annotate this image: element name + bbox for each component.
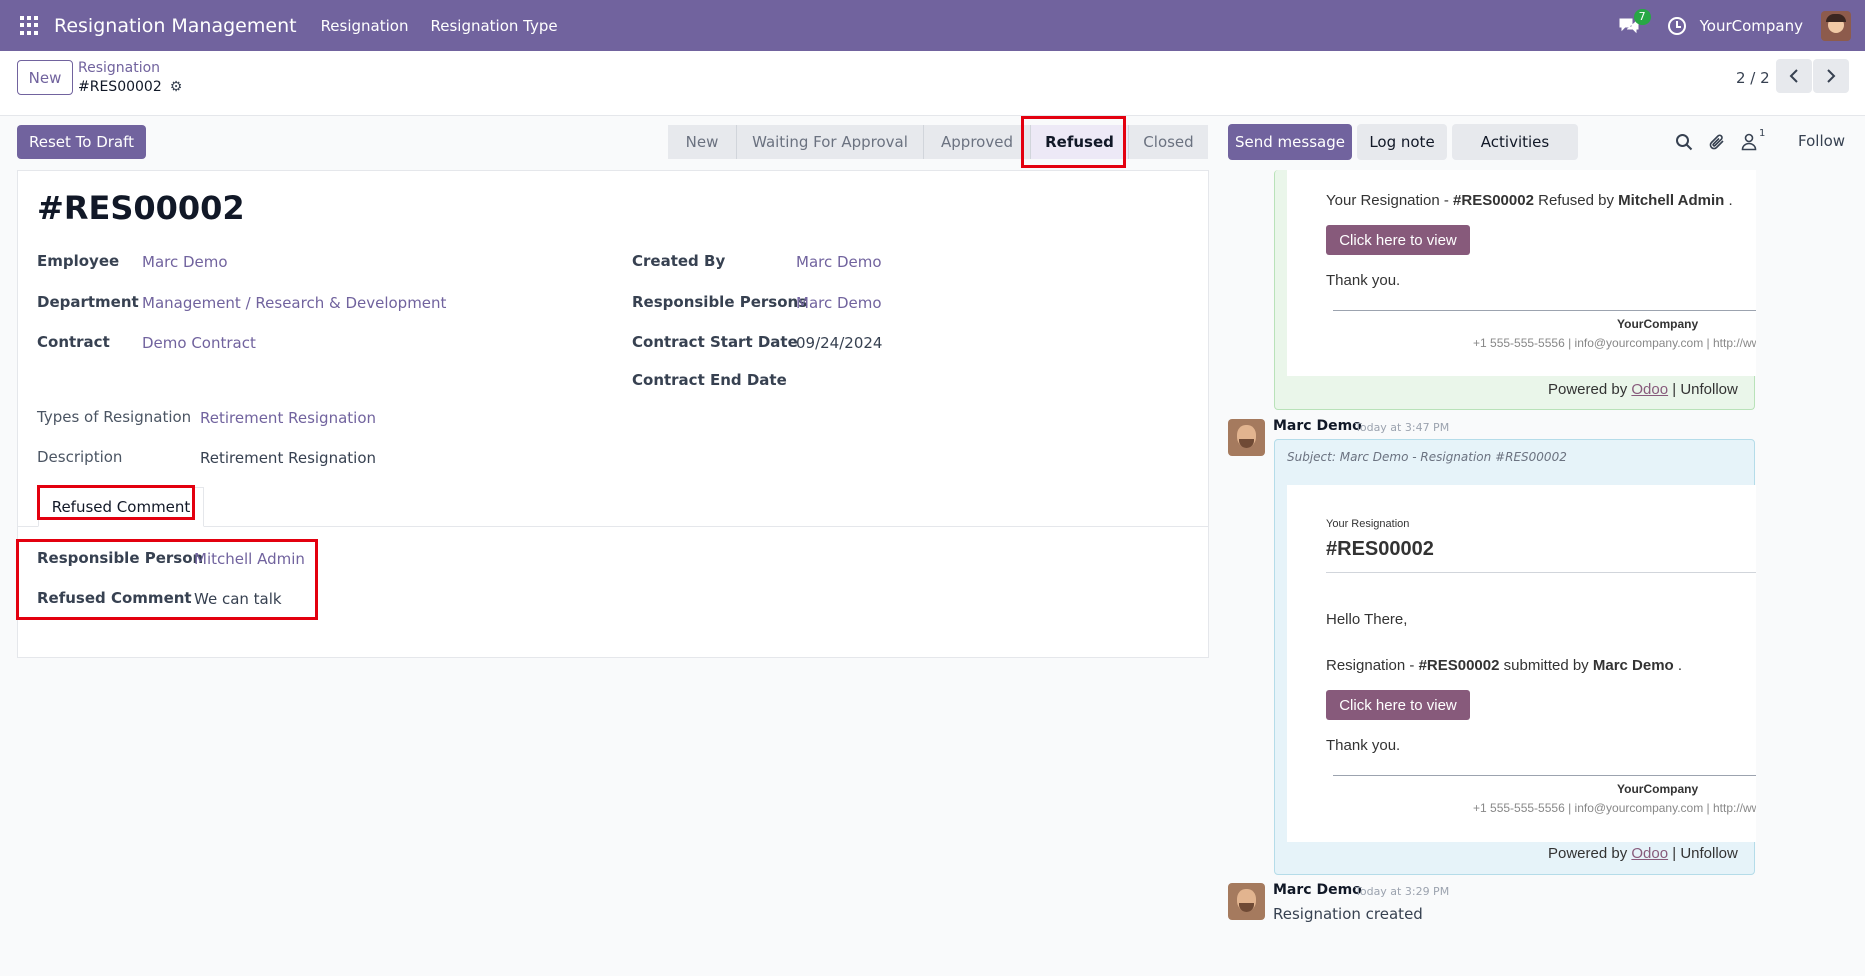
mail-body: Your Resignation - #RES00002 Refused by … xyxy=(1287,170,1756,376)
apps-menu-icon[interactable] xyxy=(20,15,40,36)
new-button[interactable]: New xyxy=(17,60,73,95)
message-date: Today at 3:47 PM xyxy=(1355,421,1450,434)
top-navbar: Resignation Management Resignation Resig… xyxy=(0,0,1865,51)
click-here-to-view-button[interactable]: Click here to view xyxy=(1326,225,1470,255)
types-of-resignation-label: Types of Resignation xyxy=(37,408,192,426)
mail-submitted-line: Resignation - #RES00002 submitted by Mar… xyxy=(1326,657,1683,674)
tab-refused-comment[interactable]: Refused Comment xyxy=(38,487,204,527)
pager-previous-button[interactable] xyxy=(1776,59,1812,93)
unfollow-link[interactable]: | Unfollow xyxy=(1668,381,1738,398)
contract-label: Contract xyxy=(37,333,110,351)
responsible-person-label: Responsible Person xyxy=(37,549,204,567)
message-author[interactable]: Marc Demo xyxy=(1273,418,1362,434)
messaging-icon[interactable]: 7 xyxy=(1618,8,1651,35)
responsible-person-field[interactable]: Mitchell Admin xyxy=(194,550,305,568)
types-of-resignation-field[interactable]: Retirement Resignation xyxy=(200,409,376,427)
activities-button[interactable]: Activities xyxy=(1452,124,1578,160)
message-author[interactable]: Marc Demo xyxy=(1273,882,1362,898)
user-avatar[interactable] xyxy=(1821,10,1851,41)
created-by-field[interactable]: Marc Demo xyxy=(796,253,882,271)
message-card-refused: Your Resignation - #RES00002 Refused by … xyxy=(1274,170,1756,410)
contract-field[interactable]: Demo Contract xyxy=(142,334,256,352)
unfollow-link[interactable]: | Unfollow xyxy=(1668,845,1738,862)
menu-resignation[interactable]: Resignation xyxy=(321,17,409,35)
breadcrumb-current: #RES00002 ⚙ xyxy=(78,79,182,95)
author-avatar[interactable] xyxy=(1228,883,1265,920)
mail-contact: +1 555-555-5556 | info@yourcompany.com |… xyxy=(1473,801,1756,815)
odoo-link[interactable]: Odoo xyxy=(1631,381,1668,398)
follow-button[interactable]: Follow xyxy=(1798,132,1845,150)
contract-end-date-label: Contract End Date xyxy=(632,371,787,389)
app-title[interactable]: Resignation Management xyxy=(54,15,297,37)
mail-contact: +1 555-555-5556 | info@yourcompany.com |… xyxy=(1473,336,1756,350)
mail-kicker: Your Resignation xyxy=(1326,518,1410,530)
mail-company: YourCompany xyxy=(1617,317,1699,331)
mail-heading: #RES00002 xyxy=(1326,538,1434,560)
mail-separator xyxy=(1333,775,1756,776)
company-switcher[interactable]: YourCompany xyxy=(1700,17,1803,35)
refused-comment-field[interactable]: We can talk xyxy=(194,590,282,608)
odoo-link[interactable]: Odoo xyxy=(1631,845,1668,862)
send-message-button[interactable]: Send message xyxy=(1228,124,1352,160)
search-icon[interactable] xyxy=(1675,133,1695,153)
author-avatar[interactable] xyxy=(1228,419,1265,456)
department-label: Department xyxy=(37,293,139,311)
contract-start-date-label: Contract Start Date xyxy=(632,333,798,351)
breadcrumb-parent[interactable]: Resignation xyxy=(78,60,160,76)
message-count-badge: 7 xyxy=(1633,8,1651,25)
contract-start-date-field[interactable]: 09/24/2024 xyxy=(796,334,882,352)
mail-thank-you: Thank you. xyxy=(1326,737,1401,754)
status-bar: New Waiting For Approval Approved Refuse… xyxy=(668,125,1208,159)
gear-icon[interactable]: ⚙ xyxy=(170,79,183,95)
message-date: Today at 3:29 PM xyxy=(1355,885,1450,898)
form-sheet: #RES00002 Employee Marc Demo Department … xyxy=(17,170,1209,658)
mail-refused-line: Your Resignation - #RES00002 Refused by … xyxy=(1326,192,1733,209)
stage-approved[interactable]: Approved xyxy=(923,125,1030,159)
activity-clock-icon[interactable] xyxy=(1667,16,1686,35)
follower-count: 1 xyxy=(1759,128,1766,139)
click-here-to-view-button[interactable]: Click here to view xyxy=(1326,690,1470,720)
pager-value[interactable]: 2 / 2 xyxy=(1736,69,1770,87)
description-label: Description xyxy=(37,448,123,466)
mail-company: YourCompany xyxy=(1617,782,1699,796)
followers-icon[interactable] xyxy=(1741,133,1761,153)
control-panel: New Resignation #RES00002 ⚙ 2 / 2 xyxy=(0,51,1865,116)
mail-greeting: Hello There, xyxy=(1326,611,1408,628)
stage-waiting-for-approval[interactable]: Waiting For Approval xyxy=(736,125,923,159)
message-card-submitted: Your Resignation #RES00002 Hello There, … xyxy=(1274,439,1756,875)
pager-next-button[interactable] xyxy=(1813,59,1849,93)
stage-closed[interactable]: Closed xyxy=(1128,125,1208,159)
mail-powered-by: Powered by Odoo | Unfollow xyxy=(1548,381,1738,398)
mail-powered-by: Powered by Odoo | Unfollow xyxy=(1548,845,1738,862)
log-note-button[interactable]: Log note xyxy=(1357,124,1447,160)
employee-label: Employee xyxy=(37,252,120,270)
record-title: #RES00002 xyxy=(37,189,245,227)
message-body: Resignation created xyxy=(1273,905,1423,923)
reset-to-draft-button[interactable]: Reset To Draft xyxy=(17,125,146,159)
mail-body: Your Resignation #RES00002 Hello There, … xyxy=(1287,485,1756,842)
message-subject: Subject: Marc Demo - Resignation #RES000… xyxy=(1287,450,1567,464)
breadcrumb-current-label: #RES00002 xyxy=(78,79,162,95)
refused-comment-label: Refused Comment xyxy=(37,589,192,607)
department-field[interactable]: Management / Research & Development xyxy=(142,294,446,312)
responsible-persons-field[interactable]: Marc Demo xyxy=(796,294,882,312)
mail-heading-separator xyxy=(1326,572,1756,573)
stage-refused[interactable]: Refused xyxy=(1030,125,1128,159)
created-by-label: Created By xyxy=(632,252,726,270)
attachment-icon[interactable] xyxy=(1708,133,1728,153)
stage-new[interactable]: New xyxy=(668,125,736,159)
description-field[interactable]: Retirement Resignation xyxy=(200,449,376,467)
menu-resignation-type[interactable]: Resignation Type xyxy=(430,17,557,35)
responsible-persons-label: Responsible Persons xyxy=(632,293,808,311)
mail-thank-you: Thank you. xyxy=(1326,272,1401,289)
mail-separator xyxy=(1333,310,1756,311)
chatter-topbar: Send message Log note Activities 1 Follo… xyxy=(1228,124,1865,168)
employee-field[interactable]: Marc Demo xyxy=(142,253,228,271)
